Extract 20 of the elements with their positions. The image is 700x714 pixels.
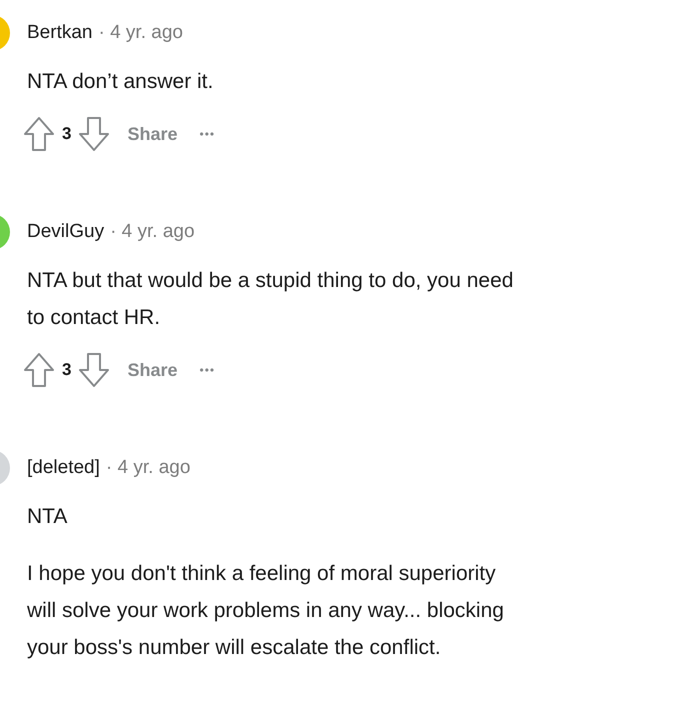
more-options-button[interactable]: •••: [200, 125, 216, 143]
share-button[interactable]: Share: [127, 120, 178, 148]
vote-count: 3: [62, 359, 72, 382]
share-button[interactable]: Share: [127, 356, 178, 384]
username[interactable]: [deleted]: [27, 454, 100, 482]
more-options-button[interactable]: •••: [200, 361, 216, 379]
comment-text: NTA don’t answer it.: [27, 69, 214, 95]
comment-text: NTA but that would be a stupid thing to do, you need to contact HR.: [27, 268, 514, 331]
username[interactable]: Bertkan: [27, 18, 92, 48]
comment-text: NTA: [27, 504, 68, 530]
timestamp: · 4 yr. ago: [106, 456, 190, 480]
username[interactable]: DevilGuy: [27, 218, 104, 246]
downvote-icon[interactable]: [77, 116, 112, 152]
upvote-icon[interactable]: [22, 116, 56, 152]
vote-count: 3: [62, 123, 72, 146]
downvote-icon[interactable]: [77, 352, 112, 388]
comment-text: I hope you don't think a feeling of moral superiority will solve your work problems in any way... blocking your boss's number will escalate the conflict.: [27, 561, 505, 661]
timestamp: · 4 yr. ago: [98, 20, 183, 45]
timestamp: · 4 yr. ago: [110, 220, 195, 244]
upvote-icon[interactable]: [22, 352, 56, 388]
